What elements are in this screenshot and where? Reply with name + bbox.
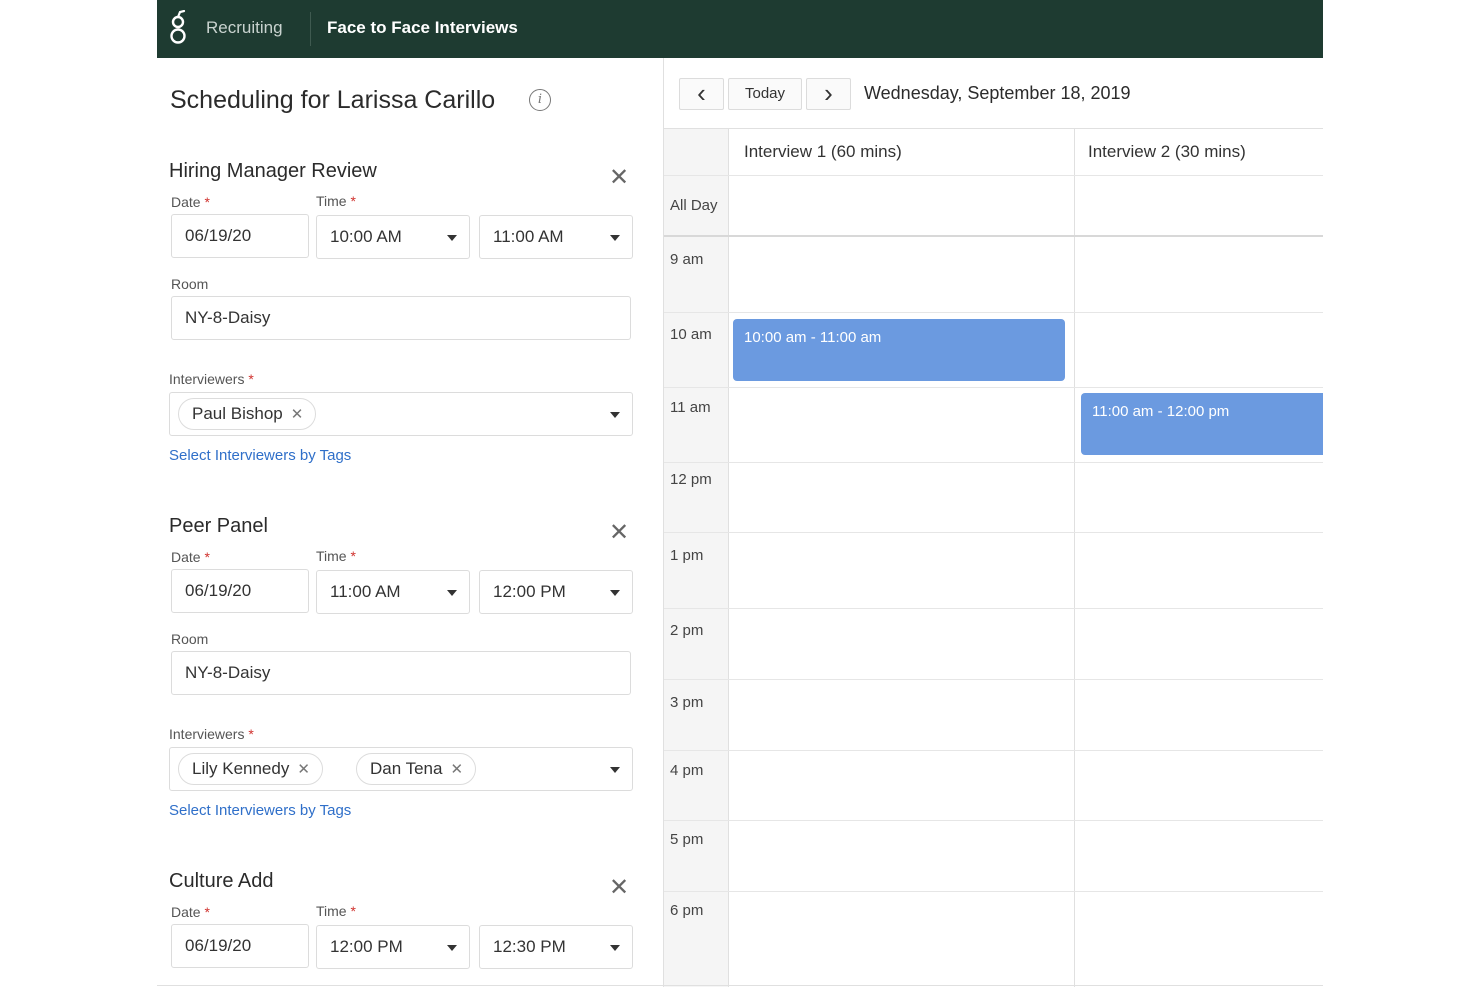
start-time-select[interactable]: 12:00 PM	[316, 925, 470, 969]
close-icon[interactable]: ✕	[609, 521, 629, 545]
chevron-down-icon	[610, 945, 620, 951]
nav-recruiting-link[interactable]: Recruiting	[206, 18, 283, 38]
today-button[interactable]: Today	[728, 78, 802, 110]
select-interviewers-by-tags-link[interactable]: Select Interviewers by Tags	[169, 447, 351, 464]
hour-label: 12 pm	[670, 471, 712, 488]
grid-line	[664, 387, 1323, 388]
chevron-down-icon	[610, 767, 620, 773]
event-interview-2[interactable]: 11:00 am - 12:00 pm	[1081, 393, 1323, 455]
info-icon[interactable]: i	[529, 89, 551, 111]
start-time-select[interactable]: 11:00 AM	[316, 570, 470, 614]
all-day-label: All Day	[670, 197, 718, 214]
room-label: Room	[171, 276, 209, 292]
calendar-grid: Interview 1 (60 mins) Interview 2 (30 mi…	[664, 128, 1323, 987]
page-title: Scheduling for Larissa Carillo	[170, 86, 496, 114]
prev-day-button[interactable]: ‹	[679, 78, 724, 110]
close-icon[interactable]: ✕	[609, 876, 629, 900]
end-time-select[interactable]: 11:00 AM	[479, 215, 633, 259]
date-label: Date *	[171, 549, 210, 565]
remove-chip-icon[interactable]: ✕	[297, 761, 310, 778]
interviewers-label: Interviewers *	[169, 371, 254, 387]
grid-line	[664, 312, 1323, 313]
top-bar: Recruiting Face to Face Interviews	[157, 0, 1323, 58]
scheduling-panel: Scheduling for Larissa Carillo i Hiring …	[157, 58, 663, 987]
grid-line	[664, 820, 1323, 821]
interviewers-label: Interviewers *	[169, 726, 254, 742]
date-input[interactable]: 06/19/20	[171, 214, 309, 258]
interviewers-select[interactable]: Paul Bishop ✕	[169, 392, 633, 436]
hour-label: 1 pm	[670, 547, 704, 564]
app-window: Recruiting Face to Face Interviews Sched…	[157, 0, 1323, 987]
hour-label: 4 pm	[670, 762, 704, 779]
interviewer-chip: Lily Kennedy ✕	[178, 753, 323, 785]
chevron-down-icon	[610, 235, 620, 241]
chevron-down-icon	[447, 945, 457, 951]
remove-chip-icon[interactable]: ✕	[450, 761, 463, 778]
interview-section-hiring-manager-review: Hiring Manager Review ✕ Date * Time * 06…	[157, 160, 663, 500]
hour-label: 6 pm	[670, 902, 704, 919]
greenhouse-logo-icon[interactable]	[167, 10, 189, 46]
calendar-date: Wednesday, September 18, 2019	[864, 83, 1131, 103]
column-header-interview-1: Interview 1 (60 mins)	[744, 142, 902, 161]
event-interview-1[interactable]: 10:00 am - 11:00 am	[733, 319, 1065, 381]
hour-label: 3 pm	[670, 694, 704, 711]
end-time-select[interactable]: 12:00 PM	[479, 570, 633, 614]
chevron-down-icon	[447, 590, 457, 596]
interview-section-culture-add: Culture Add ✕ Date * Time * 06/19/20 12:…	[157, 870, 663, 987]
hour-label: 9 am	[670, 251, 704, 268]
grid-line	[664, 532, 1323, 533]
grid-line	[664, 750, 1323, 751]
select-interviewers-by-tags-link[interactable]: Select Interviewers by Tags	[169, 802, 351, 819]
section-title: Hiring Manager Review	[169, 160, 377, 182]
chevron-down-icon	[447, 235, 457, 241]
hour-label: 5 pm	[670, 831, 704, 848]
nav-divider	[310, 12, 311, 46]
bottom-divider	[157, 985, 1323, 986]
room-label: Room	[171, 631, 209, 647]
grid-line	[664, 462, 1323, 463]
column-divider	[1074, 129, 1075, 987]
time-label: Time *	[316, 903, 356, 919]
chevron-down-icon	[610, 590, 620, 596]
interviewer-chip: Dan Tena ✕	[356, 753, 477, 785]
hour-label: 10 am	[670, 326, 712, 343]
interviewers-select[interactable]: Lily Kennedy ✕ Dan Tena ✕	[169, 747, 633, 791]
grid-line	[664, 235, 1323, 237]
room-input[interactable]: NY-8-Daisy	[171, 296, 631, 340]
grid-line	[664, 175, 1323, 176]
close-icon[interactable]: ✕	[609, 166, 629, 190]
date-label: Date *	[171, 904, 210, 920]
nav-current-page[interactable]: Face to Face Interviews	[327, 18, 518, 38]
section-title: Peer Panel	[169, 515, 268, 537]
start-time-select[interactable]: 10:00 AM	[316, 215, 470, 259]
hour-label: 2 pm	[670, 622, 704, 639]
chevron-right-icon: ›	[824, 78, 833, 108]
grid-line	[664, 679, 1323, 680]
column-header-interview-2: Interview 2 (30 mins)	[1088, 142, 1246, 161]
date-label: Date *	[171, 194, 210, 210]
chevron-left-icon: ‹	[697, 78, 706, 108]
interview-section-peer-panel: Peer Panel ✕ Date * Time * 06/19/20 11:0…	[157, 515, 663, 855]
grid-line	[664, 891, 1323, 892]
section-title: Culture Add	[169, 870, 274, 892]
time-label: Time *	[316, 548, 356, 564]
room-input[interactable]: NY-8-Daisy	[171, 651, 631, 695]
remove-chip-icon[interactable]: ✕	[291, 406, 304, 423]
date-input[interactable]: 06/19/20	[171, 924, 309, 968]
end-time-select[interactable]: 12:30 PM	[479, 925, 633, 969]
chevron-down-icon	[610, 412, 620, 418]
calendar-panel: ‹ Today › Wednesday, September 18, 2019 …	[663, 58, 1323, 987]
grid-line	[664, 608, 1323, 609]
hour-label: 11 am	[670, 399, 711, 416]
next-day-button[interactable]: ›	[806, 78, 851, 110]
date-input[interactable]: 06/19/20	[171, 569, 309, 613]
interviewer-chip: Paul Bishop ✕	[178, 398, 317, 430]
time-label: Time *	[316, 193, 356, 209]
